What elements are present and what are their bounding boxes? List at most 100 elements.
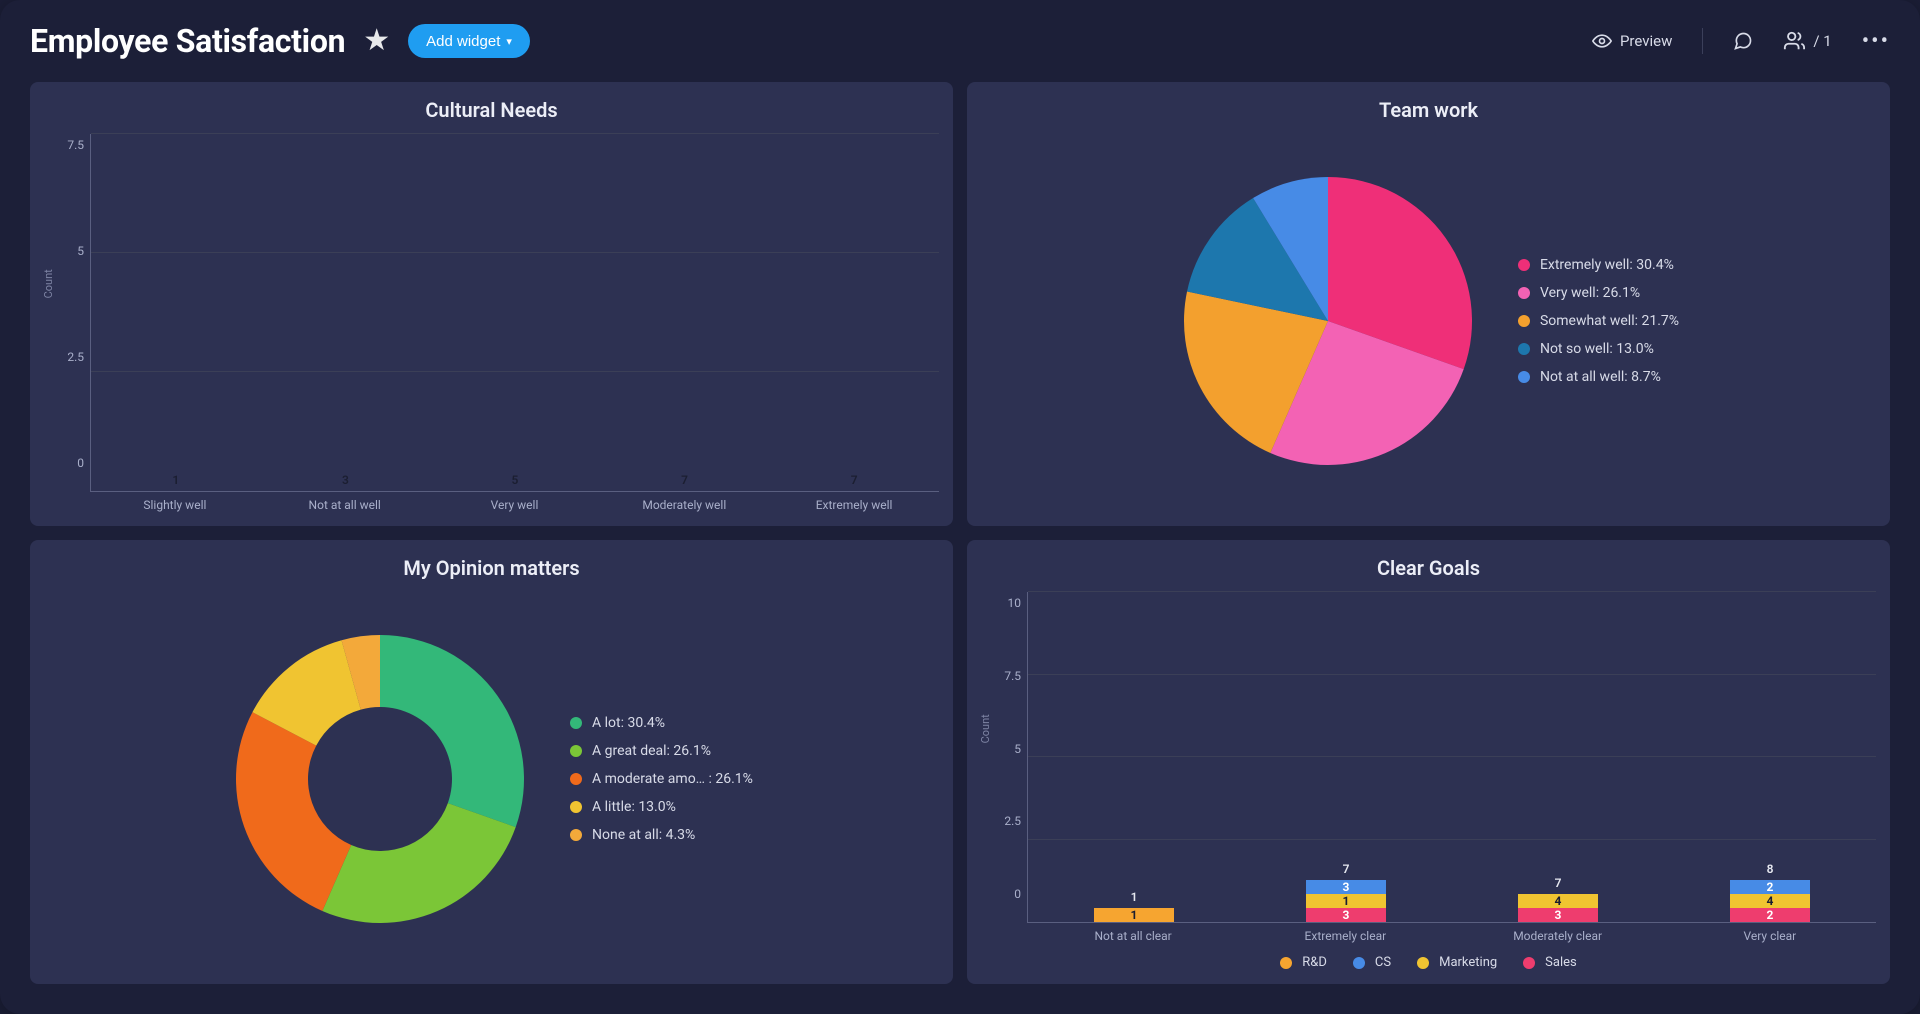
- chevron-down-icon: ▾: [506, 35, 512, 48]
- widgets-grid: Cultural Needs Count 7.5 5 2.5 0 13577 S…: [30, 82, 1890, 984]
- bar-value: 7: [644, 473, 725, 487]
- x-tick: Moderately well: [625, 498, 744, 512]
- widget-clear-goals[interactable]: Clear Goals Count 10 7.5 5 2.5 0 1131373…: [967, 540, 1890, 984]
- y-tick: 5: [981, 742, 1021, 756]
- legend-item[interactable]: CS: [1353, 955, 1391, 970]
- legend-label: Not at all well: 8.7%: [1540, 369, 1661, 385]
- pie-slice[interactable]: [380, 635, 524, 827]
- widget-title: Clear Goals: [981, 556, 1876, 580]
- swatch-icon: [1280, 957, 1292, 969]
- legend-item[interactable]: None at all: 4.3%: [570, 827, 753, 843]
- stacked-bar[interactable]: 2428: [1730, 880, 1811, 922]
- legend-item[interactable]: A little: 13.0%: [570, 799, 753, 815]
- bar-segment: 4: [1730, 894, 1811, 908]
- y-tick: 7.5: [981, 669, 1021, 683]
- legend-item[interactable]: Somewhat well: 21.7%: [1518, 313, 1679, 329]
- legend-item[interactable]: R&D: [1280, 955, 1327, 970]
- bar-value: 1: [135, 473, 216, 487]
- legend-item[interactable]: Not so well: 13.0%: [1518, 341, 1679, 357]
- bar-segment: 3: [1306, 880, 1387, 894]
- legend-item[interactable]: Sales: [1523, 955, 1577, 970]
- legend-label: A moderate amo… : 26.1%: [592, 771, 753, 787]
- bar-value: 5: [475, 473, 556, 487]
- legend-item[interactable]: Extremely well: 30.4%: [1518, 257, 1679, 273]
- x-tick: Very clear: [1710, 929, 1829, 943]
- header: Employee Satisfaction ★ Add widget ▾ Pre…: [30, 18, 1890, 64]
- donut-chart: A lot: 30.4% A great deal: 26.1% A moderat…: [44, 588, 939, 970]
- bar-segment: 1: [1094, 908, 1175, 922]
- widget-title: Team work: [981, 98, 1876, 122]
- more-menu[interactable]: •••: [1862, 29, 1890, 54]
- x-tick: Very well: [455, 498, 574, 512]
- legend-item[interactable]: A great deal: 26.1%: [570, 743, 753, 759]
- widget-title: Cultural Needs: [44, 98, 939, 122]
- preview-button[interactable]: Preview: [1592, 31, 1672, 51]
- legend-item[interactable]: A moderate amo… : 26.1%: [570, 771, 753, 787]
- stacked-bar[interactable]: 347: [1518, 894, 1599, 922]
- swatch-icon: [1518, 259, 1530, 271]
- y-tick: 0: [981, 887, 1021, 901]
- widget-cultural-needs[interactable]: Cultural Needs Count 7.5 5 2.5 0 13577 S…: [30, 82, 953, 526]
- x-tick: Not at all clear: [1074, 929, 1193, 943]
- pie-chart: Extremely well: 30.4% Very well: 26.1% Som…: [981, 130, 1876, 512]
- bar-total: 7: [1518, 876, 1599, 890]
- stacked-bar[interactable]: 3137: [1306, 880, 1387, 922]
- swatch-icon: [570, 773, 582, 785]
- legend-item[interactable]: Very well: 26.1%: [1518, 285, 1679, 301]
- x-tick: Extremely well: [795, 498, 914, 512]
- x-tick: Not at all well: [285, 498, 404, 512]
- bar-total: 1: [1094, 890, 1175, 904]
- legend-label: Very well: 26.1%: [1540, 285, 1640, 301]
- viewers-count: / 1: [1813, 32, 1831, 50]
- legend-item[interactable]: A lot: 30.4%: [570, 715, 753, 731]
- people-icon: [1783, 30, 1805, 52]
- legend-label: Somewhat well: 21.7%: [1540, 313, 1679, 329]
- eye-icon: [1592, 31, 1612, 51]
- swatch-icon: [570, 801, 582, 813]
- bar-total: 7: [1306, 862, 1387, 876]
- bar-value: 7: [814, 473, 895, 487]
- swatch-icon: [570, 717, 582, 729]
- add-widget-label: Add widget: [426, 33, 500, 50]
- legend-label: CS: [1375, 955, 1391, 970]
- pie-svg: [1178, 171, 1478, 471]
- comments-button[interactable]: [1733, 31, 1753, 51]
- swatch-icon: [1518, 343, 1530, 355]
- legend-label: None at all: 4.3%: [592, 827, 695, 843]
- bar-segment: 2: [1730, 908, 1811, 922]
- bar-segment: 1: [1306, 894, 1387, 908]
- add-widget-button[interactable]: Add widget ▾: [408, 24, 530, 58]
- preview-label: Preview: [1620, 32, 1672, 50]
- swatch-icon: [570, 745, 582, 757]
- plot-area: 1 3 5 7 7: [90, 134, 939, 492]
- swatch-icon: [1518, 371, 1530, 383]
- y-tick: 2.5: [981, 814, 1021, 828]
- x-axis-labels: Slightly wellNot at all wellVery wellMod…: [90, 498, 939, 512]
- bar-segment: 3: [1306, 908, 1387, 922]
- widget-title: My Opinion matters: [44, 556, 939, 580]
- stacked-bar[interactable]: 11: [1094, 908, 1175, 922]
- bar-value: 3: [305, 473, 386, 487]
- bar-segment: 3: [1518, 908, 1599, 922]
- donut-svg: [230, 629, 530, 929]
- pie-slice[interactable]: [322, 803, 515, 923]
- y-tick: 10: [981, 596, 1021, 610]
- legend-item[interactable]: Marketing: [1417, 955, 1497, 970]
- y-tick: 0: [44, 456, 84, 470]
- viewers-button[interactable]: / 1: [1783, 30, 1831, 52]
- favorite-icon[interactable]: ★: [363, 23, 390, 58]
- plot-area: 1131373472428: [1027, 592, 1876, 923]
- widget-opinion[interactable]: My Opinion matters A lot: 30.4% A great d…: [30, 540, 953, 984]
- x-tick: Moderately clear: [1498, 929, 1617, 943]
- y-tick: 7.5: [44, 138, 84, 152]
- legend-label: Not so well: 13.0%: [1540, 341, 1654, 357]
- swatch-icon: [1518, 287, 1530, 299]
- swatch-icon: [1518, 315, 1530, 327]
- legend: R&D CS Marketing Sales: [981, 955, 1876, 970]
- x-axis-labels: Not at all clearExtremely clearModeratel…: [1027, 929, 1876, 943]
- bar-total: 8: [1730, 862, 1811, 876]
- legend-item[interactable]: Not at all well: 8.7%: [1518, 369, 1679, 385]
- swatch-icon: [1353, 957, 1365, 969]
- pie-slice[interactable]: [236, 712, 351, 911]
- widget-team-work[interactable]: Team work Extremely well: 30.4% Very well…: [967, 82, 1890, 526]
